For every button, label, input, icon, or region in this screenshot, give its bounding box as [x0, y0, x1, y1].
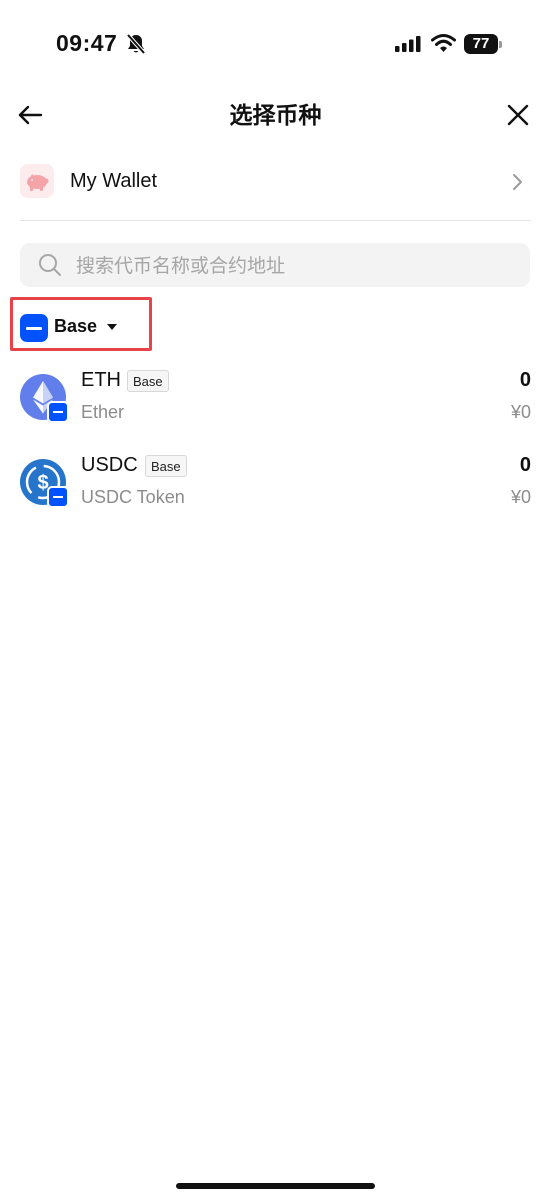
- token-amount: 0: [519, 454, 531, 476]
- wallet-label: My Wallet: [70, 170, 158, 192]
- divider: [20, 220, 531, 221]
- token-name: Ether: [81, 402, 125, 422]
- piggy-bank-icon: [27, 174, 49, 191]
- status-time: 09:47: [56, 30, 118, 56]
- page-title: 选择币种: [229, 102, 322, 128]
- token-row-eth[interactable]: ETH Base Ether 0 ¥0: [20, 366, 531, 432]
- base-chain-badge-icon: [47, 401, 69, 423]
- wallet-avatar: [20, 164, 54, 198]
- token-name: USDC Token: [81, 487, 185, 507]
- search-icon: [39, 254, 61, 276]
- search-box[interactable]: [20, 243, 530, 289]
- search-input[interactable]: [74, 243, 518, 289]
- close-icon[interactable]: [503, 100, 533, 130]
- chain-tag: Base: [127, 370, 169, 392]
- battery-cap: [499, 41, 502, 48]
- token-fiat-value: ¥0: [510, 402, 531, 422]
- base-chain-icon: [20, 314, 48, 342]
- signal-icon: [395, 36, 421, 52]
- battery-level: 77: [464, 34, 498, 54]
- wifi-icon: [431, 34, 456, 52]
- token-amount: 0: [519, 369, 531, 391]
- token-symbol: ETH: [81, 369, 121, 391]
- caret-down-icon: [107, 324, 117, 330]
- chain-tag: Base: [145, 455, 187, 477]
- my-wallet-row[interactable]: My Wallet: [20, 160, 531, 204]
- header: 选择币种: [0, 88, 551, 142]
- status-bar: 09:47 77: [0, 0, 551, 88]
- home-indicator[interactable]: [176, 1183, 375, 1189]
- base-chain-badge-icon: [47, 486, 69, 508]
- network-label: Base: [54, 316, 98, 336]
- chevron-right-icon: [513, 174, 522, 190]
- network-selector[interactable]: Base: [20, 312, 130, 342]
- token-fiat-value: ¥0: [510, 487, 531, 507]
- battery-icon: 77: [464, 34, 502, 54]
- token-symbol: USDC: [81, 454, 138, 476]
- token-row-usdc[interactable]: $ USDC Base USDC Token 0 ¥0: [20, 451, 531, 517]
- bell-slash-icon: [126, 33, 146, 55]
